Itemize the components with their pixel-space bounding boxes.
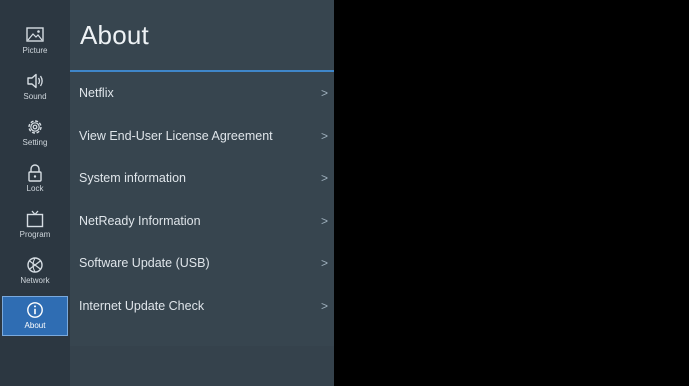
menu-item-label: System information — [79, 171, 186, 186]
page-title: About — [80, 20, 149, 50]
sidebar-item-label: Program — [19, 230, 51, 239]
sidebar-item-label: Network — [20, 276, 50, 285]
menu-item-label: Netflix — [79, 86, 114, 101]
sidebar-item-picture[interactable]: Picture — [2, 22, 68, 62]
sidebar-item-label: Picture — [22, 46, 48, 55]
chevron-right-icon: > — [320, 213, 328, 228]
menu-item-label: View End-User License Agreement — [79, 128, 273, 143]
menu-item-system-information[interactable]: System information > — [70, 157, 334, 200]
chevron-right-icon: > — [320, 128, 328, 143]
chevron-right-icon: > — [320, 171, 328, 186]
picture-icon — [26, 27, 44, 42]
sidebar-item-label: About — [24, 321, 46, 330]
sidebar-item-network[interactable]: Network — [2, 252, 68, 292]
menu-item-netflix[interactable]: Netflix > — [70, 72, 334, 115]
sidebar-item-sound[interactable]: Sound — [2, 68, 68, 108]
lock-icon — [28, 164, 42, 182]
chevron-right-icon: > — [320, 86, 328, 101]
sidebar-item-lock[interactable]: Lock — [2, 160, 68, 200]
tv-settings-screen: Picture Sound Setting Lock Program Netwo… — [0, 0, 689, 386]
sidebar-item-about[interactable]: About — [2, 296, 68, 336]
tv-icon — [26, 210, 44, 228]
chevron-right-icon: > — [320, 298, 328, 313]
speaker-icon — [27, 73, 43, 89]
about-menu-panel: About Netflix > View End-User License Ag… — [70, 0, 334, 386]
menu-item-software-update-usb[interactable]: Software Update (USB) > — [70, 242, 334, 285]
menu-item-eula[interactable]: View End-User License Agreement > — [70, 115, 334, 158]
category-sidebar: Picture Sound Setting Lock Program Netwo… — [0, 0, 70, 386]
menu-item-label: Software Update (USB) — [79, 256, 210, 271]
menu-item-netready-information[interactable]: NetReady Information > — [70, 200, 334, 243]
sidebar-item-label: Sound — [23, 92, 47, 101]
sidebar-item-label: Lock — [26, 184, 44, 193]
about-menu-list: Netflix > View End-User License Agreemen… — [70, 72, 334, 327]
menu-item-label: NetReady Information — [79, 213, 201, 228]
globe-icon — [27, 257, 43, 273]
gear-icon — [28, 120, 42, 134]
video-area — [334, 0, 689, 386]
sidebar-item-setting[interactable]: Setting — [2, 114, 68, 154]
menu-item-label: Internet Update Check — [79, 298, 205, 313]
sidebar-item-label: Setting — [22, 138, 48, 147]
menu-item-internet-update-check[interactable]: Internet Update Check > — [70, 285, 334, 328]
chevron-right-icon: > — [320, 256, 328, 271]
panel-footer — [70, 346, 334, 386]
sidebar-item-program[interactable]: Program — [2, 206, 68, 246]
info-icon — [27, 302, 43, 318]
